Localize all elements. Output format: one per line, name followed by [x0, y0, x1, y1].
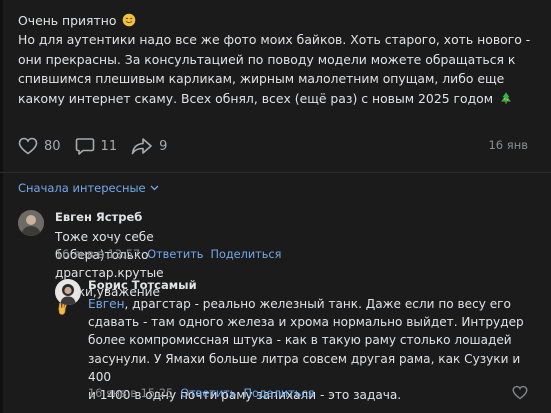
- post-date[interactable]: 16 янв: [488, 138, 528, 152]
- comment-like-button[interactable]: [512, 385, 528, 404]
- smiling-face-icon: [123, 13, 136, 27]
- window-edge: [0, 0, 3, 413]
- comment-line-1: Евген, драгстар - реально железный танк.…: [88, 295, 528, 313]
- comment-line-2: сдавать - там одного железа и хрома норм…: [88, 315, 524, 330]
- comment-author[interactable]: Евген Ястреб: [55, 210, 142, 224]
- mention-link[interactable]: Евген: [88, 297, 124, 311]
- comment-time[interactable]: 16 янв в 15:25: [88, 387, 173, 400]
- chevron-down-icon: [150, 185, 159, 191]
- comment-icon: [75, 137, 94, 155]
- avatar-photo: [18, 210, 44, 236]
- avatar[interactable]: [55, 279, 81, 305]
- comment-line-4: засунули. У Ямахи больше литра совсем др…: [88, 351, 521, 384]
- share-button[interactable]: 9: [131, 137, 167, 155]
- share-comment-button[interactable]: Поделиться: [210, 248, 281, 261]
- comment-meta: 16 янв в 13:57 Ответить Поделиться: [55, 248, 281, 261]
- comments-sort-dropdown[interactable]: Сначала интересные: [18, 181, 159, 195]
- post-line-3: они прекрасны. За консультацией по повод…: [18, 51, 516, 67]
- post-actions-bar: 80 11 9 16 янв: [18, 135, 528, 157]
- post-line-2: Но для аутентики надо все же фото моих б…: [18, 32, 531, 48]
- post-line-1: Очень приятно: [18, 11, 538, 30]
- share-comment-button[interactable]: Поделиться: [243, 387, 314, 400]
- sort-label: Сначала интересные: [18, 181, 146, 195]
- post-line-1-text: Очень приятно: [18, 13, 117, 28]
- comment-line-1-text: , драгстар - реально железный танк. Даже…: [124, 297, 511, 311]
- heart-icon: [18, 137, 38, 155]
- reply-button[interactable]: Ответить: [180, 387, 236, 400]
- share-arrow-icon: [131, 138, 152, 155]
- comment-line-3: более компромиссная штука - как в такую …: [88, 333, 512, 348]
- like-button[interactable]: 80: [18, 137, 61, 155]
- post-text: Очень приятно Но для аутентики надо все …: [18, 11, 538, 108]
- comment-meta: 16 янв в 15:25 Ответить Поделиться: [88, 387, 314, 400]
- post-line-4: спившимся плешивым карликам, жирным мало…: [18, 71, 505, 87]
- post-line-5: какому интернет скаму. Всех обнял, всех …: [18, 89, 538, 108]
- comment-button[interactable]: 11: [75, 137, 118, 156]
- heart-icon: [512, 385, 528, 400]
- reply-button[interactable]: Ответить: [147, 248, 203, 261]
- comment-time[interactable]: 16 янв в 13:57: [55, 248, 140, 261]
- share-count: 9: [159, 138, 168, 154]
- avatar-photo: [55, 279, 81, 305]
- comment-count: 11: [100, 138, 118, 154]
- avatar[interactable]: [18, 210, 44, 236]
- comment-author[interactable]: Борис Тотсамый: [88, 278, 197, 292]
- post-line-5-text: какому интернет скаму. Всех обнял, всех …: [18, 90, 494, 106]
- like-count: 80: [44, 138, 61, 154]
- christmas-tree-icon: [501, 92, 511, 104]
- divider: [0, 172, 551, 173]
